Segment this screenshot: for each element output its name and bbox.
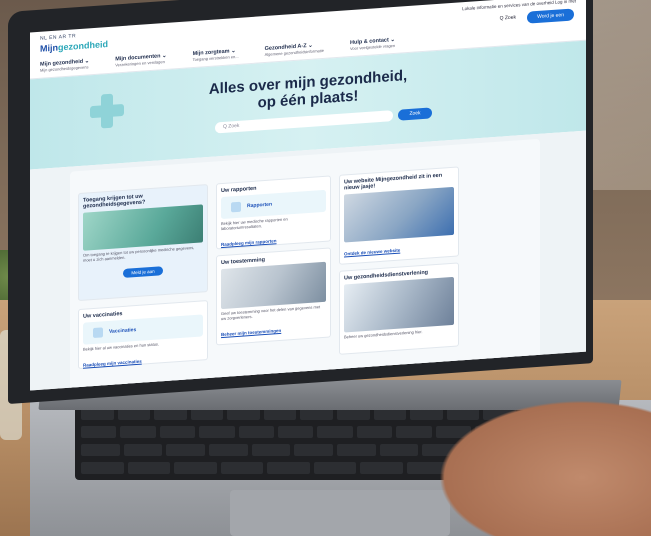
nav-item-health-az[interactable]: Gezondheid A-Z ⌄ Algemene gezondheidsinfo…: [265, 42, 324, 58]
hero-search-input[interactable]: Q Zoek: [215, 110, 393, 134]
consent-photo: [221, 261, 326, 310]
cards-panel: Toegang krijgen tot uw gezondheidsgegeve…: [70, 138, 540, 391]
card-consent: Uw toestemming Geef uw toestemming voor …: [216, 247, 331, 346]
card-access: Toegang krijgen tot uw gezondheidsgegeve…: [78, 184, 208, 302]
reports-link[interactable]: Raadpleeg mijn rapporten: [221, 238, 277, 247]
header-cta-button[interactable]: Word je een: [527, 8, 574, 24]
language-switcher[interactable]: NL EN AR TR: [40, 33, 76, 42]
content-area: Toegang krijgen tot uw gezondheidsgegeve…: [30, 130, 586, 391]
website-link[interactable]: Ontdek de nieuwe website: [344, 248, 400, 257]
document-icon: [231, 201, 241, 213]
nav-item-help-contact[interactable]: Hulp & contact ⌄ Voor veelgestelde vragen: [350, 37, 395, 52]
user-hand: [420, 390, 651, 536]
card-relationship: Uw gezondheidsdienstverlening Beheer uw …: [339, 262, 459, 355]
card-vaccines: Uw vaccinaties Vaccinaties Bekijk hier a…: [78, 300, 208, 370]
access-illustration: [83, 204, 203, 251]
site-logo[interactable]: Mijngezondheid: [40, 39, 108, 54]
consent-link[interactable]: Beheer mijn toestemmingen: [221, 328, 281, 337]
card-reports: Uw rapporten Rapporten Bekijk hier uw me…: [216, 175, 331, 250]
laptop-lid: NL EN AR TR Mijngezondheid Lokale inform…: [8, 0, 593, 405]
vaccines-link[interactable]: Raadpleeg mijn vaccinaties: [83, 359, 142, 368]
nav-item-my-care-team[interactable]: Mijn zorgteam ⌄ Toegang verstrekken en...: [193, 48, 239, 63]
syringe-icon: [93, 327, 103, 339]
hero-search-button[interactable]: Zoek: [398, 107, 432, 121]
card-website: Uw website Mijngezondheid zit in een nie…: [339, 166, 459, 265]
header-search-button[interactable]: Q Zoek: [500, 14, 516, 21]
laptop-trackpad: [230, 490, 450, 536]
nav-item-my-documents[interactable]: Mijn documenten ⌄ Verzekeringen en versla…: [115, 53, 166, 69]
laptop-screen: NL EN AR TR Mijngezondheid Lokale inform…: [30, 0, 586, 391]
login-button[interactable]: Meld je aan: [123, 266, 163, 278]
nav-item-my-health[interactable]: Mijn gezondheid ⌄ Mijn gezondheidsgegeven…: [40, 58, 89, 73]
relationship-photo: [344, 276, 454, 333]
website-photo: [344, 186, 454, 243]
